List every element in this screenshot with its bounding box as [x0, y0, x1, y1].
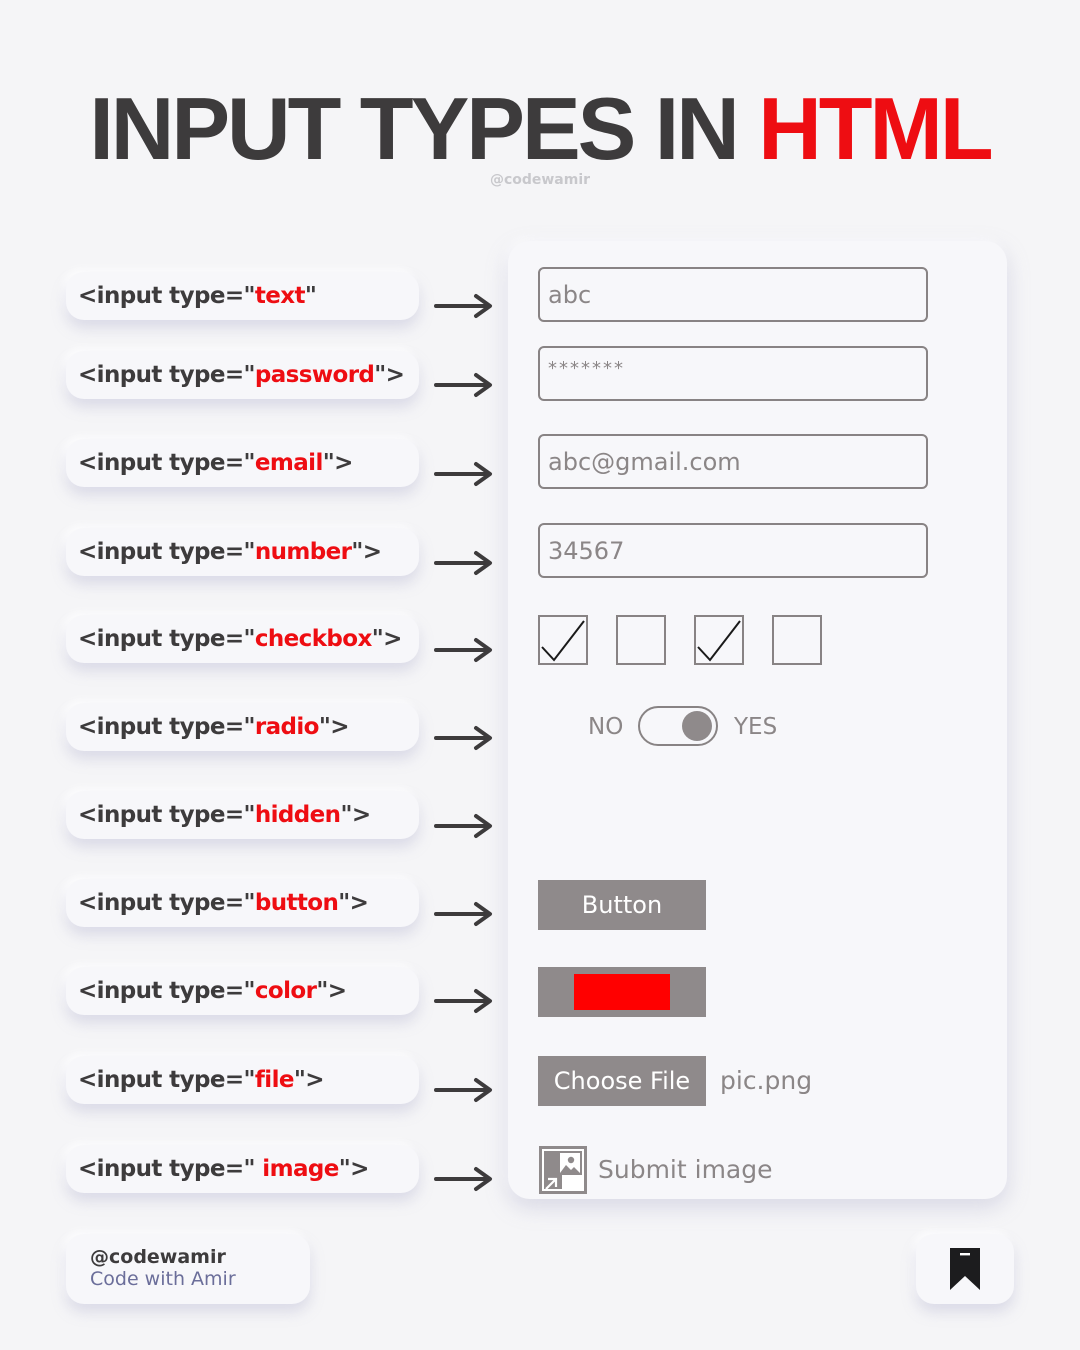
code-pill-color: <input type="color"> — [66, 967, 419, 1015]
checkbox-3[interactable] — [694, 615, 744, 665]
choose-file-button[interactable]: Choose File — [538, 1056, 706, 1106]
email-input[interactable]: abc@gmail.com — [538, 434, 928, 489]
arrow-right-icon — [434, 902, 492, 926]
code-pill-file: <input type="file"> — [66, 1056, 419, 1104]
code-pill-radio: <input type="radio"> — [66, 703, 419, 751]
arrow-right-icon — [434, 814, 492, 838]
bookmark-icon — [950, 1248, 980, 1290]
bookmark-button[interactable] — [916, 1234, 1014, 1304]
checkmark-icon — [697, 620, 741, 662]
title-accent: HTML — [758, 79, 993, 178]
top-handle: @codewamir — [489, 172, 591, 188]
code-pill-image: <input type=" image"> — [66, 1145, 419, 1193]
author-name: Code with Amir — [90, 1268, 236, 1290]
code-pill-checkbox: <input type="checkbox"> — [66, 615, 419, 663]
code-pill-button: <input type="button"> — [66, 879, 419, 927]
title-main: INPUT TYPES IN — [89, 79, 739, 178]
page-title: INPUT TYPES IN HTML — [0, 78, 1080, 180]
number-input[interactable]: 34567 — [538, 523, 928, 578]
arrow-right-icon — [434, 1078, 492, 1102]
code-pill-number: <input type="number"> — [66, 528, 419, 576]
author-card: @codewamir Code with Amir — [66, 1234, 310, 1304]
arrow-right-icon — [434, 726, 492, 750]
toggle-off-label: NO — [588, 714, 624, 740]
color-picker[interactable] — [538, 967, 706, 1017]
checkbox-1[interactable] — [538, 615, 588, 665]
author-handle: @codewamir — [90, 1246, 226, 1268]
text-input[interactable]: abc — [538, 267, 928, 322]
file-name: pic.png — [720, 1066, 813, 1095]
arrow-right-icon — [434, 462, 492, 486]
code-pill-password: <input type="password"> — [66, 351, 419, 399]
checkbox-2[interactable] — [616, 615, 666, 665]
color-swatch — [574, 974, 670, 1010]
arrow-right-icon — [434, 638, 492, 662]
password-input[interactable]: ******* — [538, 346, 928, 401]
toggle-on-label: YES — [734, 714, 778, 740]
code-pill-text: <input type="text" — [66, 272, 419, 320]
submit-image-label: Submit image — [598, 1155, 773, 1184]
arrow-right-icon — [434, 989, 492, 1013]
demo-button[interactable]: Button — [538, 880, 706, 930]
toggle-knob — [682, 711, 712, 741]
arrow-right-icon — [434, 373, 492, 397]
checkbox-4[interactable] — [772, 615, 822, 665]
image-icon[interactable] — [538, 1145, 588, 1195]
arrow-right-icon — [434, 1167, 492, 1191]
code-pill-hidden: <input type="hidden"> — [66, 791, 419, 839]
arrow-right-icon — [434, 294, 492, 318]
code-pill-email: <input type="email"> — [66, 439, 419, 487]
arrow-right-icon — [434, 551, 492, 575]
yes-no-toggle[interactable] — [638, 706, 718, 746]
checkmark-icon — [541, 620, 585, 662]
